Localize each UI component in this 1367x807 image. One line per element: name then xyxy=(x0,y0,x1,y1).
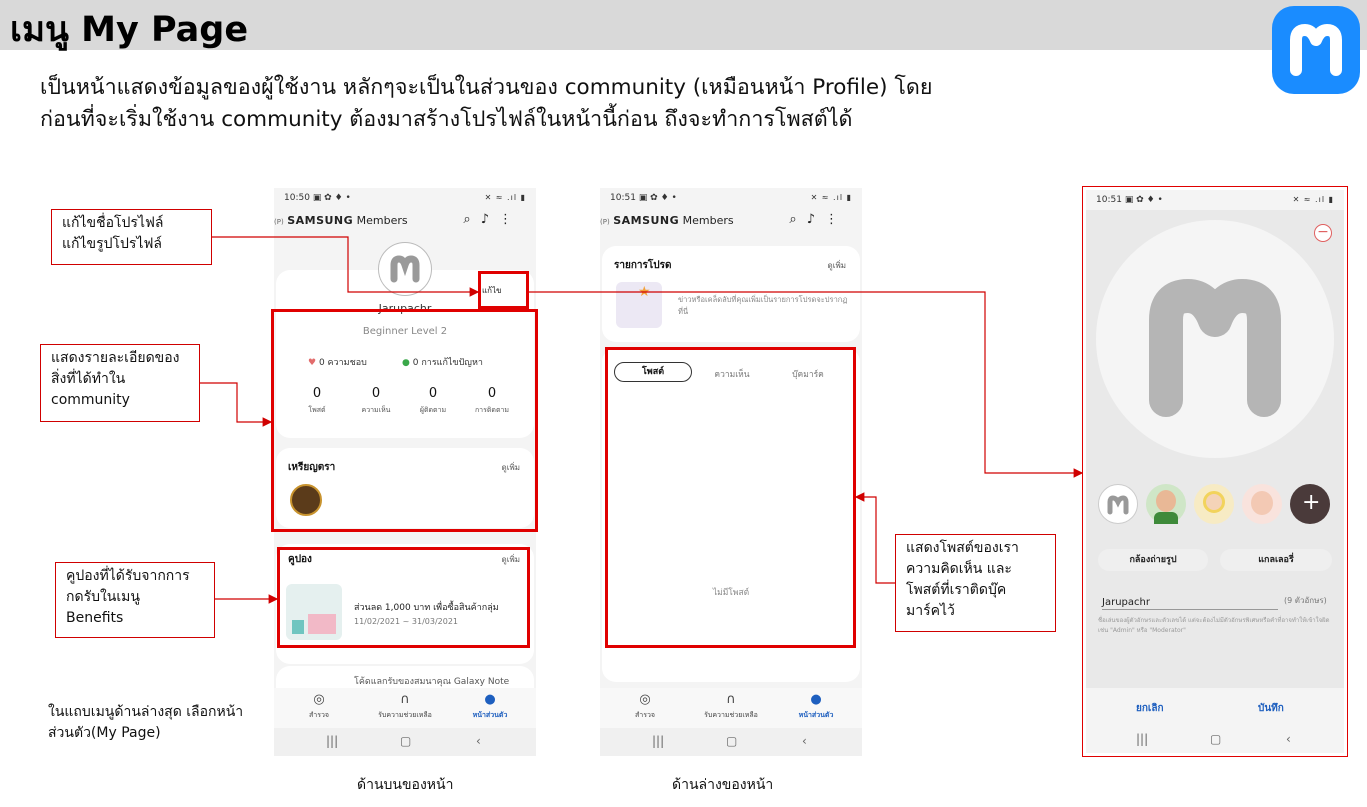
note-activity: แสดงรายละเอียดของ สิ่งที่ได้ทำใน communi… xyxy=(40,344,200,422)
note-posts: แสดงโพสต์ของเรา ความคิดเห็น และ โพสต์ที่… xyxy=(895,534,1056,632)
note-coupons: คูปองที่ได้รับจากการ กดรับในเมนู Benefit… xyxy=(55,562,215,638)
annotation-connectors xyxy=(200,236,1084,604)
note-bottom-menu: ในแถบเมนูด้านล่างสุด เลือกหน้า ส่วนตัว(M… xyxy=(48,704,244,741)
caption-top-of-page: ด้านบนของหน้า xyxy=(357,777,454,793)
note-edit-profile: แก้ไขชื่อโปรไฟล์ แก้ไขรูปโปรไฟล์ xyxy=(51,209,212,265)
caption-bottom-of-page: ด้านล่างของหน้า xyxy=(672,777,774,793)
